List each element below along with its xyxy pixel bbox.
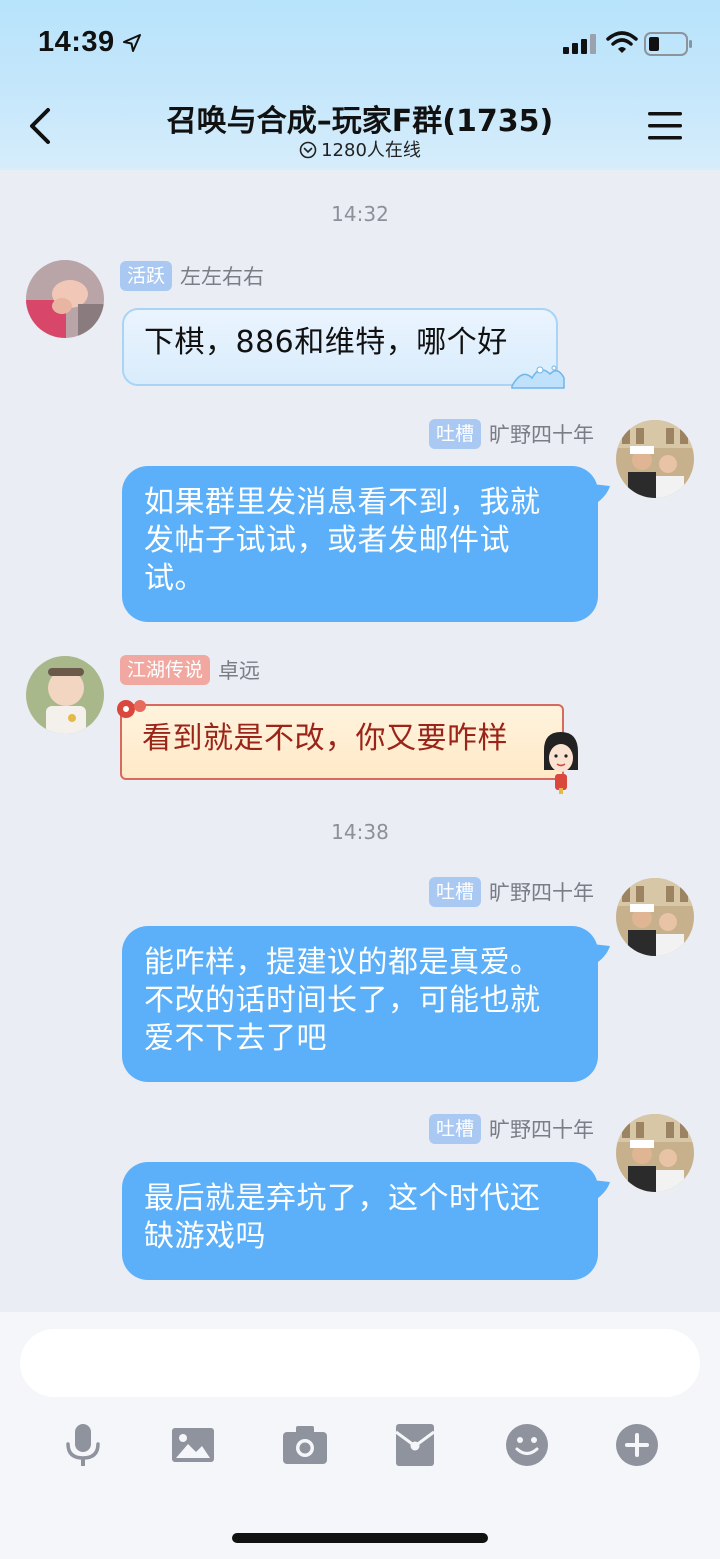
battery-icon: [644, 32, 692, 56]
avatar[interactable]: [616, 878, 694, 956]
message-line: 发帖子试试，或者发邮件试: [144, 523, 510, 558]
image-icon[interactable]: [168, 1420, 218, 1470]
message-bubble[interactable]: 看到就是不改，你又要咋样: [117, 700, 578, 794]
member-badge: 吐槽: [428, 1114, 481, 1144]
message-bubble[interactable]: 最后就是弃坑了，这个时代还 缺游戏吗: [122, 1162, 598, 1280]
sender-meta: 吐槽 旷野四十年: [428, 418, 594, 450]
message-input[interactable]: [20, 1329, 700, 1397]
sender-name[interactable]: 旷野四十年: [489, 877, 594, 907]
timestamp: 14:32: [331, 202, 389, 226]
chat-header: 14:39 召唤与合成–玩家F群(1735) 1280人在线: [0, 0, 720, 170]
message-bubble[interactable]: 如果群里发消息看不到，我就 发帖子试试，或者发邮件试 试。: [122, 466, 598, 622]
sender-name[interactable]: 旷野四十年: [489, 419, 594, 449]
status-bar: 14:39: [0, 0, 720, 88]
avatar-baby-hand-image: [26, 260, 104, 338]
avatar-couple-photo-image: [616, 1114, 694, 1192]
message-bubble[interactable]: 下棋，886和维特，哪个好: [122, 308, 565, 389]
message-bubble[interactable]: 能咋样，提建议的都是真爱。 不改的话时间长了，可能也就 爱不下去了吧: [122, 926, 598, 1082]
member-badge: 活跃: [120, 261, 173, 291]
message-line: 试。: [144, 561, 205, 596]
bubble-tail: [592, 484, 610, 506]
message-line: 如果群里发消息看不到，我就: [144, 485, 541, 520]
status-time: 14:39: [38, 26, 115, 58]
emoji-icon[interactable]: [502, 1420, 552, 1470]
red-packet-icon[interactable]: [390, 1420, 440, 1470]
avatar[interactable]: [26, 656, 104, 734]
avatar[interactable]: [26, 260, 104, 338]
message-line: 能咋样，提建议的都是真爱。: [144, 945, 541, 980]
menu-button[interactable]: [644, 108, 688, 144]
plus-icon[interactable]: [612, 1420, 662, 1470]
sender-name[interactable]: 旷野四十年: [489, 1114, 594, 1144]
location-arrow-icon: [123, 34, 141, 52]
sender-meta: 吐槽 旷野四十年: [428, 1113, 594, 1145]
sender-name[interactable]: 左左右右: [180, 261, 264, 291]
camera-icon[interactable]: [280, 1420, 330, 1470]
chat-title: 召唤与合成–玩家F群(1735): [166, 104, 554, 139]
cellular-signal-icon: [563, 34, 596, 54]
online-count: 1280人在线: [0, 136, 720, 162]
avatar-couple-photo-image: [616, 878, 694, 956]
input-area: [0, 1312, 720, 1559]
avatar-couple-photo-image: [616, 420, 694, 498]
message-line: 爱不下去了吧: [144, 1021, 327, 1056]
sender-meta: 吐槽 旷野四十年: [428, 876, 594, 908]
wave-decoration-icon: [511, 365, 565, 389]
sender-name[interactable]: 卓远: [218, 655, 260, 685]
microphone-icon[interactable]: [58, 1420, 108, 1470]
message-line: 不改的话时间长了，可能也就: [144, 983, 541, 1018]
character-sticker-icon: [544, 732, 578, 794]
member-badge: 吐槽: [428, 877, 481, 907]
member-badge: 吐槽: [428, 419, 481, 449]
sender-meta: 活跃 左左右右: [120, 260, 264, 292]
home-indicator: [232, 1533, 488, 1543]
chevron-down-circle-icon: [299, 141, 317, 159]
avatar[interactable]: [616, 1114, 694, 1192]
timestamp: 14:38: [331, 820, 389, 844]
member-badge: 江湖传说: [120, 655, 211, 685]
bubble-tail: [592, 944, 610, 966]
message-text: 看到就是不改，你又要咋样: [142, 721, 508, 756]
sender-meta: 江湖传说 卓远: [120, 654, 260, 686]
online-count-text: 1280人在线: [321, 140, 421, 161]
message-line: 最后就是弃坑了，这个时代还: [144, 1181, 541, 1216]
bubble-tail: [592, 1180, 610, 1202]
avatar-child-photo-image: [26, 656, 104, 734]
message-text: 下棋，886和维特，哪个好: [144, 325, 508, 360]
flower-decoration-icon: [117, 700, 146, 718]
avatar[interactable]: [616, 420, 694, 498]
wifi-icon: [606, 31, 638, 53]
message-line: 缺游戏吗: [144, 1219, 266, 1254]
